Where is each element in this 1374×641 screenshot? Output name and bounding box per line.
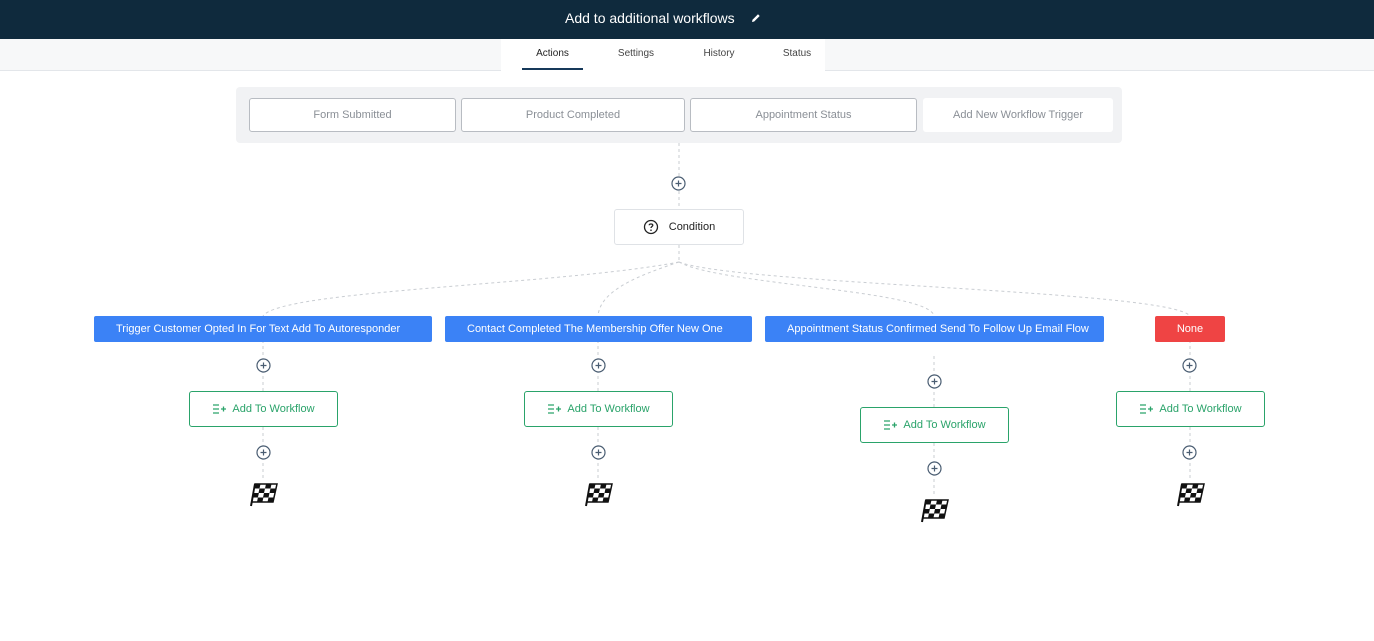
trigger-form-submitted[interactable]: Form Submitted <box>249 98 456 132</box>
finish-flag-icon <box>1177 483 1205 507</box>
question-circle-icon <box>643 219 658 235</box>
finish-flag-icon <box>585 483 613 507</box>
tab-history[interactable]: History <box>699 48 739 70</box>
action-label: Add To Workflow <box>232 403 315 415</box>
tab-actions[interactable]: Actions <box>522 48 583 70</box>
add-to-workflow-action[interactable]: Add To Workflow <box>189 391 338 427</box>
add-to-workflow-action[interactable]: Add To Workflow <box>524 391 673 427</box>
workflow-title: Add to additional workflows <box>565 10 735 26</box>
list-add-icon <box>884 420 898 430</box>
finish-flag-icon <box>250 483 278 507</box>
trigger-product-completed[interactable]: Product Completed <box>461 98 685 132</box>
trigger-appointment-status[interactable]: Appointment Status <box>690 98 917 132</box>
condition-label: Condition <box>668 221 716 233</box>
add-step-icon[interactable] <box>927 374 942 389</box>
action-label: Add To Workflow <box>903 419 986 431</box>
top-bar: Add to additional workflows <box>0 0 1374 39</box>
add-step-icon[interactable] <box>1182 445 1197 460</box>
add-step-icon[interactable] <box>256 358 271 373</box>
branch-membership[interactable]: Contact Completed The Membership Offer N… <box>445 316 752 342</box>
list-add-icon <box>213 404 227 414</box>
add-step-icon[interactable] <box>591 358 606 373</box>
tab-status[interactable]: Status <box>780 48 814 70</box>
action-label: Add To Workflow <box>1159 403 1242 415</box>
list-add-icon <box>1140 404 1154 414</box>
add-to-workflow-action[interactable]: Add To Workflow <box>860 407 1009 443</box>
branch-appointment-confirmed[interactable]: Appointment Status Confirmed Send To Fol… <box>765 316 1104 342</box>
tab-settings[interactable]: Settings <box>612 48 660 70</box>
add-step-icon[interactable] <box>591 445 606 460</box>
add-step-icon[interactable] <box>671 176 686 191</box>
branch-opted-in[interactable]: Trigger Customer Opted In For Text Add T… <box>94 316 432 342</box>
add-step-icon[interactable] <box>1182 358 1197 373</box>
list-add-icon <box>548 404 562 414</box>
branch-none[interactable]: None <box>1155 316 1225 342</box>
finish-flag-icon <box>921 499 949 523</box>
condition-node[interactable]: Condition <box>614 209 744 245</box>
add-to-workflow-action[interactable]: Add To Workflow <box>1116 391 1265 427</box>
add-new-trigger-button[interactable]: Add New Workflow Trigger <box>923 98 1113 132</box>
add-step-icon[interactable] <box>256 445 271 460</box>
pencil-icon[interactable] <box>750 12 762 24</box>
action-label: Add To Workflow <box>567 403 650 415</box>
add-step-icon[interactable] <box>927 461 942 476</box>
